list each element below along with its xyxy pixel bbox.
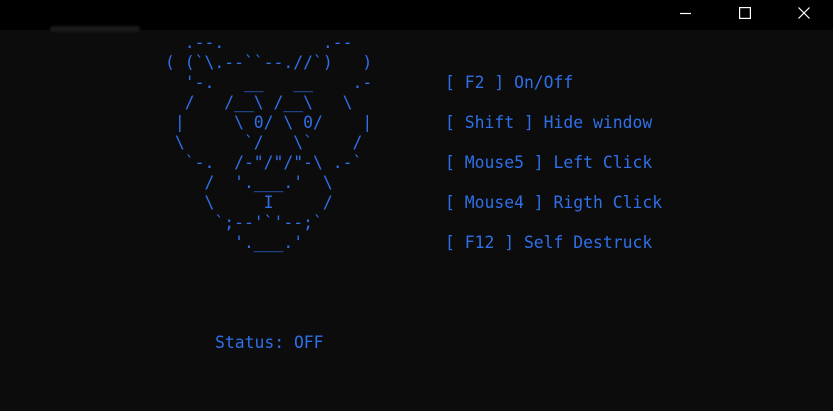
console-window: .--. .-- ( (`\.--``--.//`) ) '-. __ __ .… [0, 0, 833, 411]
ascii-line: '-. __ __ .- [165, 73, 373, 92]
keybind-f12: [ F12 ] Self Destruck [445, 233, 653, 252]
keybind-shift: [ Shift ] Hide window [445, 113, 653, 132]
ascii-line: .--. .-- [165, 33, 353, 52]
ascii-line: '.___.' [165, 233, 304, 252]
close-button[interactable] [774, 0, 833, 25]
ascii-line: `-. /-"/"/"-\ .-` [165, 153, 363, 172]
ascii-line: / /__\ /__\ \ [165, 93, 353, 112]
maximize-icon [738, 6, 751, 19]
bear-ascii-art: .--. .-- ( (`\.--``--.//`) ) '-. __ __ .… [165, 33, 372, 253]
ascii-line: \ `/ \` / [165, 133, 363, 152]
keybind-list: [ F2 ] On/Off [ Shift ] Hide window [ Mo… [445, 72, 662, 272]
ascii-line: \ I / [165, 193, 333, 212]
title-bar [0, 0, 833, 32]
ascii-line: / '.___.' \ [165, 173, 333, 192]
ascii-line: ( (`\.--``--.//`) ) [165, 53, 373, 72]
title-smudge [50, 26, 140, 32]
maximize-button[interactable] [715, 0, 774, 25]
keybind-mouse4: [ Mouse4 ] Rigth Click [445, 193, 663, 212]
minimize-icon [679, 7, 692, 19]
window-controls [656, 0, 833, 30]
close-icon [797, 6, 810, 19]
keybind-f2: [ F2 ] On/Off [445, 73, 574, 92]
ascii-line: `;--'`'--;` [165, 213, 323, 232]
ascii-line: | \ 0/ \ 0/ | [165, 113, 373, 132]
keybind-mouse5: [ Mouse5 ] Left Click [445, 153, 653, 172]
minimize-button[interactable] [656, 0, 715, 25]
status-text: Status: OFF [215, 333, 324, 352]
